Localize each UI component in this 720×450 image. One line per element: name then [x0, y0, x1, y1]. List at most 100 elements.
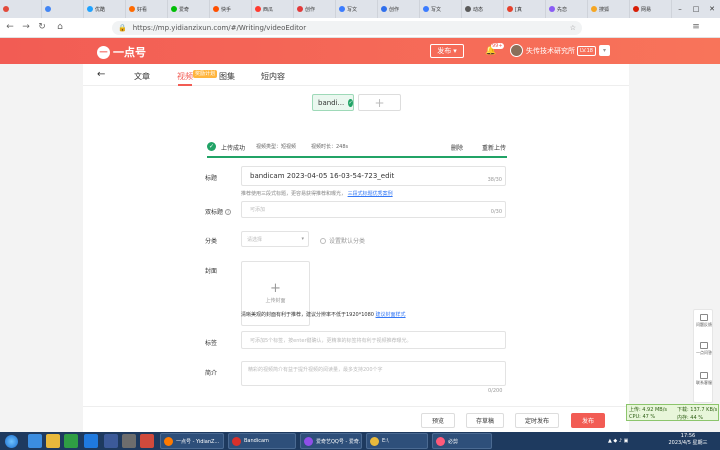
taskbar-app-button[interactable]: 爱奇艺QQ号 - 爱奇...: [300, 433, 362, 449]
active-tab-indicator: [178, 84, 192, 86]
browser-tab[interactable]: 创作: [378, 0, 420, 18]
add-video-button[interactable]: +: [358, 94, 401, 111]
browser-tab-bar: 优酷好看爱奇快手西瓜创作写文创作写文动态[真先恋搜狐网易一点✕短剧+: [0, 0, 720, 18]
check-icon: ✓: [348, 98, 353, 107]
taskbar-app-button[interactable]: E:\: [366, 433, 428, 449]
browser-tab[interactable]: 创作: [294, 0, 336, 18]
logo[interactable]: 一 一点号: [97, 44, 146, 60]
tab-favicon-icon: [129, 6, 135, 12]
tab-favicon-icon: [87, 6, 93, 12]
publish-button[interactable]: 发布: [571, 413, 605, 428]
title-count: 38/30: [487, 177, 502, 183]
home-icon[interactable]: ⌂: [54, 22, 66, 32]
preview-button[interactable]: 预览: [421, 413, 455, 428]
media-pin-icon[interactable]: [140, 434, 154, 448]
title-hint: 推荐使用三段式标题，更容易获得推荐和曝光， 三段式标题优秀案例: [241, 191, 393, 197]
help-icon[interactable]: ?: [225, 209, 232, 215]
qa-icon: [700, 342, 708, 349]
close-window-icon[interactable]: ✕: [704, 0, 720, 18]
url-text: https://mp.yidianzixun.com/#/Writing/vid…: [132, 24, 307, 32]
app-pin-icon[interactable]: [64, 434, 78, 448]
taskbar-app-button[interactable]: Bandicam: [228, 433, 296, 449]
browser-tab[interactable]: [42, 0, 84, 18]
app-icon: [436, 436, 445, 446]
browser-tab[interactable]: 写文: [336, 0, 378, 18]
success-check-icon: ✓: [207, 142, 216, 151]
star-icon[interactable]: ☆: [570, 24, 576, 32]
cover-example-link[interactable]: 建议封面样式: [376, 312, 406, 318]
site-header: 一 一点号 发布 ▾ 🔔 99+ 失传技术研究所 LV.18 ▾: [0, 38, 720, 64]
delete-video-link[interactable]: 删除: [451, 143, 463, 152]
tray-icons[interactable]: ▲ ◆ ♪ ▣: [608, 438, 628, 444]
intro-textarea[interactable]: 精彩的视频简介有益于提升视频的阅读量，最多支持200个字: [241, 361, 506, 386]
lock-icon: 🔒: [118, 24, 127, 32]
browser-tab[interactable]: [0, 0, 42, 18]
clock[interactable]: 17:56 2023/4/5 星期三: [668, 433, 708, 447]
tab-favicon-icon: [381, 6, 387, 12]
browser-tab[interactable]: 写文: [420, 0, 462, 18]
tab-article[interactable]: 文章: [134, 71, 150, 82]
computer-pin-icon[interactable]: [122, 434, 136, 448]
category-select[interactable]: 请选择 ▾: [241, 231, 309, 247]
browser-tab[interactable]: 西瓜: [252, 0, 294, 18]
cover-hint: 清晰美观的封面有利于推荐，建议分辨率不低于1920*1080 建议封面样式: [241, 312, 406, 318]
browser-tab[interactable]: 爱奇: [168, 0, 210, 18]
upload-progress-bar: [207, 156, 507, 158]
tags-input[interactable]: 可添加5个标签，按enter键确认，更精准的标签将有利于视频推荐曝光。: [241, 331, 506, 349]
tab-favicon-icon: [633, 6, 639, 12]
tab-short-content[interactable]: 短内容: [261, 71, 285, 82]
back-icon[interactable]: ←: [4, 22, 16, 32]
browser-tab[interactable]: 网易: [630, 0, 672, 18]
side-help-panel: 问题反馈 一点问答 联系客服: [693, 309, 713, 403]
subtitle-input[interactable]: 可添加 0/30: [241, 201, 506, 218]
start-button[interactable]: [2, 433, 20, 449]
avatar[interactable]: [510, 44, 523, 57]
title-example-link[interactable]: 三段式标题优秀案例: [348, 191, 393, 197]
publish-menu-button[interactable]: 发布 ▾: [430, 44, 464, 58]
chevron-down-icon: ▾: [453, 47, 457, 55]
ie-pin-icon[interactable]: [84, 434, 98, 448]
video-chip[interactable]: bandi... ✓: [312, 94, 354, 111]
reupload-link[interactable]: 重新上传: [482, 143, 506, 152]
tab-video[interactable]: 视频: [177, 71, 193, 82]
explorer-pin-icon[interactable]: [28, 434, 42, 448]
browser-tab[interactable]: [真: [504, 0, 546, 18]
level-badge: LV.18: [577, 46, 596, 56]
tags-label: 标签: [205, 340, 218, 347]
menu-icon[interactable]: ≡: [690, 22, 702, 32]
username[interactable]: 失传技术研究所: [526, 46, 575, 56]
network-pin-icon[interactable]: [104, 434, 118, 448]
feedback-button[interactable]: 问题反馈: [694, 314, 714, 327]
content-type-nav: ← 文章 视频 奖励计划 图集 短内容: [83, 64, 629, 86]
minimize-icon[interactable]: –: [672, 0, 688, 18]
tab-favicon-icon: [591, 6, 597, 12]
browser-tab[interactable]: 好看: [126, 0, 168, 18]
title-input[interactable]: bandicam 2023-04-05 16-03-54-723_edit 38…: [241, 166, 506, 186]
save-draft-button[interactable]: 存草稿: [466, 413, 504, 428]
default-category-checkbox[interactable]: 设置默认分类: [320, 236, 365, 245]
taskbar: ▲ ◆ ♪ ▣ 一点号 - YidianZ... Bandicam 爱奇艺QQ号 -…: [0, 432, 720, 450]
folder-pin-icon[interactable]: [46, 434, 60, 448]
forward-icon[interactable]: →: [20, 22, 32, 32]
subtitle-label: 双标题?: [205, 209, 232, 216]
app-icon: [370, 436, 379, 446]
intro-count: 0/200: [488, 388, 503, 394]
taskbar-app-button[interactable]: 必剪: [432, 433, 492, 449]
maximize-icon[interactable]: □: [688, 0, 704, 18]
browser-tab[interactable]: 快手: [210, 0, 252, 18]
tab-favicon-icon: [3, 6, 9, 12]
qa-button[interactable]: 一点问答: [694, 342, 714, 355]
browser-tab[interactable]: 搜狐: [588, 0, 630, 18]
user-menu-chevron-icon[interactable]: ▾: [599, 45, 610, 56]
contact-button[interactable]: 联系客服: [694, 372, 714, 385]
taskbar-app-button[interactable]: 一点号 - YidianZ...: [160, 433, 224, 449]
address-bar: ← → ↻ ⌂ 🔒 https://mp.yidianzixun.com/#/W…: [0, 18, 720, 38]
tab-gallery[interactable]: 图集: [219, 71, 235, 82]
schedule-publish-button[interactable]: 定时发布: [515, 413, 559, 428]
browser-tab[interactable]: 优酷: [84, 0, 126, 18]
url-field[interactable]: 🔒 https://mp.yidianzixun.com/#/Writing/v…: [112, 21, 582, 35]
browser-tab[interactable]: 动态: [462, 0, 504, 18]
browser-tab[interactable]: 先恋: [546, 0, 588, 18]
arrow-left-icon[interactable]: ←: [97, 69, 105, 80]
reload-icon[interactable]: ↻: [36, 22, 48, 32]
